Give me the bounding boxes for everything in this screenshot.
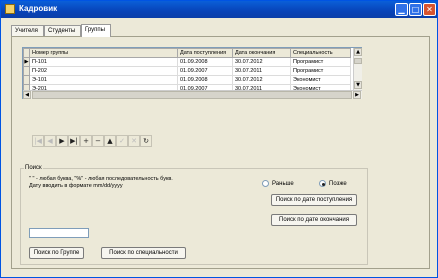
search-by-specialty-button[interactable]: Поиск по специальности — [101, 247, 186, 259]
scroll-left-icon[interactable]: ◀ — [23, 91, 31, 99]
cell-group[interactable]: П-101 — [29, 57, 178, 67]
radio-earlier-circle[interactable] — [262, 180, 269, 187]
nav-refresh-icon[interactable]: ↻ — [140, 135, 152, 147]
radio-later[interactable]: Позже — [319, 180, 347, 187]
window-title: Кадровик — [19, 4, 58, 13]
radio-later-label: Позже — [329, 180, 347, 187]
cell-end-date[interactable]: 30.07.2012 — [232, 75, 291, 85]
column-header-specialty[interactable]: Специальность — [290, 48, 351, 58]
cell-start-date[interactable]: 01.09.2008 — [177, 57, 233, 67]
title-bar[interactable]: Кадровик ▁ □ ✕ — [1, 1, 437, 18]
cell-specialty[interactable]: Экономист — [290, 75, 351, 85]
search-by-start-date-button[interactable]: Поиск по дате поступления — [271, 194, 357, 206]
horizontal-scrollbar[interactable]: ◀ ▶ — [23, 90, 362, 99]
minimize-button[interactable]: ▁ — [395, 3, 408, 16]
radio-later-circle[interactable] — [319, 180, 326, 187]
nav-cancel-icon[interactable]: ✕ — [128, 135, 140, 147]
app-window: Кадровик ▁ □ ✕ Учителя Студенты Группы Н… — [0, 0, 438, 278]
vertical-scrollbar[interactable]: ▲ ▼ — [353, 48, 362, 90]
scroll-right-icon[interactable]: ▶ — [353, 91, 361, 99]
radio-earlier-label: Раньше — [272, 180, 294, 187]
cell-start-date[interactable]: 01.09.2008 — [177, 75, 233, 85]
maximize-button[interactable]: □ — [409, 3, 422, 16]
app-icon — [5, 4, 15, 14]
column-header-end-date[interactable]: Дата окончания — [232, 48, 291, 58]
nav-insert-icon[interactable]: + — [80, 135, 92, 147]
search-groupbox: Поиск " " - любая буква, "%" - любая пос… — [20, 165, 368, 265]
tab-groups[interactable]: Группы — [81, 24, 111, 37]
cell-group[interactable]: П-202 — [29, 66, 178, 76]
cell-specialty[interactable]: Програмист — [290, 66, 351, 76]
scroll-up-icon[interactable]: ▲ — [354, 48, 362, 56]
groups-grid[interactable]: Номер группы Дата поступления Дата оконч… — [22, 47, 362, 99]
table-row[interactable]: Э-101 01.09.2008 30.07.2012 Экономист — [23, 75, 351, 85]
column-header-group[interactable]: Номер группы — [29, 48, 178, 58]
search-hint-date-format: Дату вводить в формате mm/dd/yyyy — [29, 183, 123, 189]
nav-edit-icon[interactable]: ▲ — [104, 135, 116, 147]
scroll-down-icon[interactable]: ▼ — [354, 81, 362, 89]
nav-next-icon[interactable]: ▶ — [56, 135, 68, 147]
cell-specialty[interactable]: Програмист — [290, 57, 351, 67]
header-row: Номер группы Дата поступления Дата оконч… — [23, 48, 351, 58]
nav-delete-icon[interactable]: − — [92, 135, 104, 147]
scroll-thumb-horizontal[interactable] — [32, 91, 352, 99]
cell-end-date[interactable]: 30.07.2011 — [232, 66, 291, 76]
groups-tab-panel: Номер группы Дата поступления Дата оконч… — [11, 36, 430, 269]
cell-end-date[interactable]: 30.07.2012 — [232, 57, 291, 67]
close-button[interactable]: ✕ — [423, 3, 436, 16]
cell-start-date[interactable]: 01.09.2007 — [177, 66, 233, 76]
scroll-thumb[interactable] — [354, 58, 362, 64]
nav-prior-icon[interactable]: ◀ — [44, 135, 56, 147]
column-header-start-date[interactable]: Дата поступления — [177, 48, 233, 58]
nav-first-icon[interactable]: |◀ — [32, 135, 44, 147]
search-by-group-button[interactable]: Поиск по Группе — [29, 247, 84, 259]
search-by-end-date-button[interactable]: Поиск по дате окончания — [271, 214, 357, 226]
search-hint-wildcards: " " - любая буква, "%" - любая последова… — [29, 176, 173, 182]
radio-earlier[interactable]: Раньше — [262, 180, 294, 187]
search-group-title: Поиск — [24, 165, 43, 171]
cell-group[interactable]: Э-101 — [29, 75, 178, 85]
groups-table: Номер группы Дата поступления Дата оконч… — [23, 48, 351, 94]
table-row[interactable]: ▶ П-101 01.09.2008 30.07.2012 Програмист — [23, 57, 351, 67]
nav-last-icon[interactable]: ▶| — [68, 135, 80, 147]
nav-post-icon[interactable]: ✓ — [116, 135, 128, 147]
table-row[interactable]: П-202 01.09.2007 30.07.2011 Програмист — [23, 66, 351, 76]
search-input[interactable] — [29, 228, 89, 238]
